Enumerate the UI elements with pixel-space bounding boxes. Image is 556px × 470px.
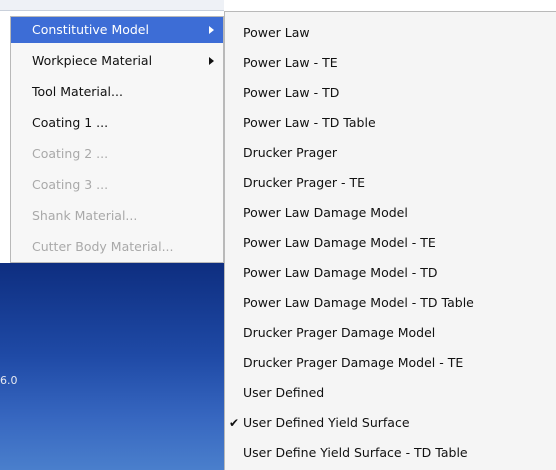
- submenu-item-label: User Defined Yield Surface: [243, 415, 410, 430]
- submenu-item-drucker-prager[interactable]: Drucker Prager: [225, 140, 556, 166]
- submenu-item-label: Drucker Prager Damage Model: [243, 325, 436, 340]
- submenu-item-power-law-damage-model-te[interactable]: Power Law Damage Model - TE: [225, 230, 556, 256]
- submenu-item-drucker-prager-damage-model[interactable]: Drucker Prager Damage Model: [225, 320, 556, 346]
- menu-item-tool-material[interactable]: Tool Material...: [11, 79, 223, 105]
- submenu-item-user-define-yield-surface-td-table[interactable]: User Define Yield Surface - TD Table: [225, 440, 556, 466]
- submenu-item-power-law-damage-model-td[interactable]: Power Law Damage Model - TD: [225, 260, 556, 286]
- checkmark-icon: ✔: [229, 416, 240, 430]
- submenu-item-label: Power Law Damage Model - TE: [243, 235, 436, 250]
- menu-item-workpiece-material[interactable]: Workpiece Material: [11, 48, 223, 74]
- app-window: 6.0 Constitutive Model Workpiece Materia…: [0, 0, 556, 470]
- menu-item-constitutive-model[interactable]: Constitutive Model: [11, 17, 223, 43]
- menu-item-cutter-body-material: Cutter Body Material...: [11, 234, 223, 260]
- menu-item-label: Coating 3 ...: [32, 177, 109, 192]
- menu-item-label: Tool Material...: [32, 84, 123, 99]
- submenu-item-label: User Define Yield Surface - TD Table: [243, 445, 468, 460]
- submenu-item-power-law-te[interactable]: Power Law - TE: [225, 50, 556, 76]
- submenu-item-power-law[interactable]: Power Law: [225, 20, 556, 46]
- submenu-item-drucker-prager-te[interactable]: Drucker Prager - TE: [225, 170, 556, 196]
- menu-item-label: Cutter Body Material...: [32, 239, 174, 254]
- submenu-item-label: Drucker Prager: [243, 145, 338, 160]
- submenu-item-power-law-td-table[interactable]: Power Law - TD Table: [225, 110, 556, 136]
- submenu-item-label: Power Law Damage Model: [243, 205, 408, 220]
- menu-item-label: Coating 1 ...: [32, 115, 109, 130]
- viewport-canvas: [0, 263, 232, 470]
- submenu-item-label: Power Law Damage Model - TD Table: [243, 295, 474, 310]
- submenu-item-user-defined[interactable]: User Defined: [225, 380, 556, 406]
- constitutive-model-submenu: Power Law Power Law - TE Power Law - TD …: [224, 11, 556, 470]
- submenu-item-power-law-td[interactable]: Power Law - TD: [225, 80, 556, 106]
- menu-item-label: Workpiece Material: [32, 53, 153, 68]
- menu-item-coating-2: Coating 2 ...: [11, 141, 223, 167]
- axis-tick-label: 6.0: [0, 374, 18, 387]
- menu-item-label: Shank Material...: [32, 208, 138, 223]
- menu-item-coating-1[interactable]: Coating 1 ...: [11, 110, 223, 136]
- submenu-item-label: Power Law - TD Table: [243, 115, 376, 130]
- submenu-arrow-icon: [209, 26, 214, 34]
- menu-item-coating-3: Coating 3 ...: [11, 172, 223, 198]
- material-menu: Constitutive Model Workpiece Material To…: [10, 16, 224, 263]
- submenu-item-user-defined-yield-surface[interactable]: ✔ User Defined Yield Surface: [225, 410, 556, 436]
- submenu-item-power-law-damage-model-td-table[interactable]: Power Law Damage Model - TD Table: [225, 290, 556, 316]
- top-toolbar-strip: [0, 0, 224, 11]
- menu-item-shank-material: Shank Material...: [11, 203, 223, 229]
- submenu-item-label: Drucker Prager - TE: [243, 175, 366, 190]
- submenu-item-label: Power Law: [243, 25, 310, 40]
- submenu-item-label: Power Law - TE: [243, 55, 338, 70]
- submenu-item-label: Drucker Prager Damage Model - TE: [243, 355, 464, 370]
- submenu-item-label: Power Law Damage Model - TD: [243, 265, 438, 280]
- submenu-item-label: Power Law - TD: [243, 85, 340, 100]
- submenu-item-drucker-prager-damage-model-te[interactable]: Drucker Prager Damage Model - TE: [225, 350, 556, 376]
- submenu-arrow-icon: [209, 57, 214, 65]
- submenu-item-power-law-damage-model[interactable]: Power Law Damage Model: [225, 200, 556, 226]
- submenu-item-label: User Defined: [243, 385, 325, 400]
- menu-item-label: Constitutive Model: [32, 22, 149, 37]
- menu-item-label: Coating 2 ...: [32, 146, 109, 161]
